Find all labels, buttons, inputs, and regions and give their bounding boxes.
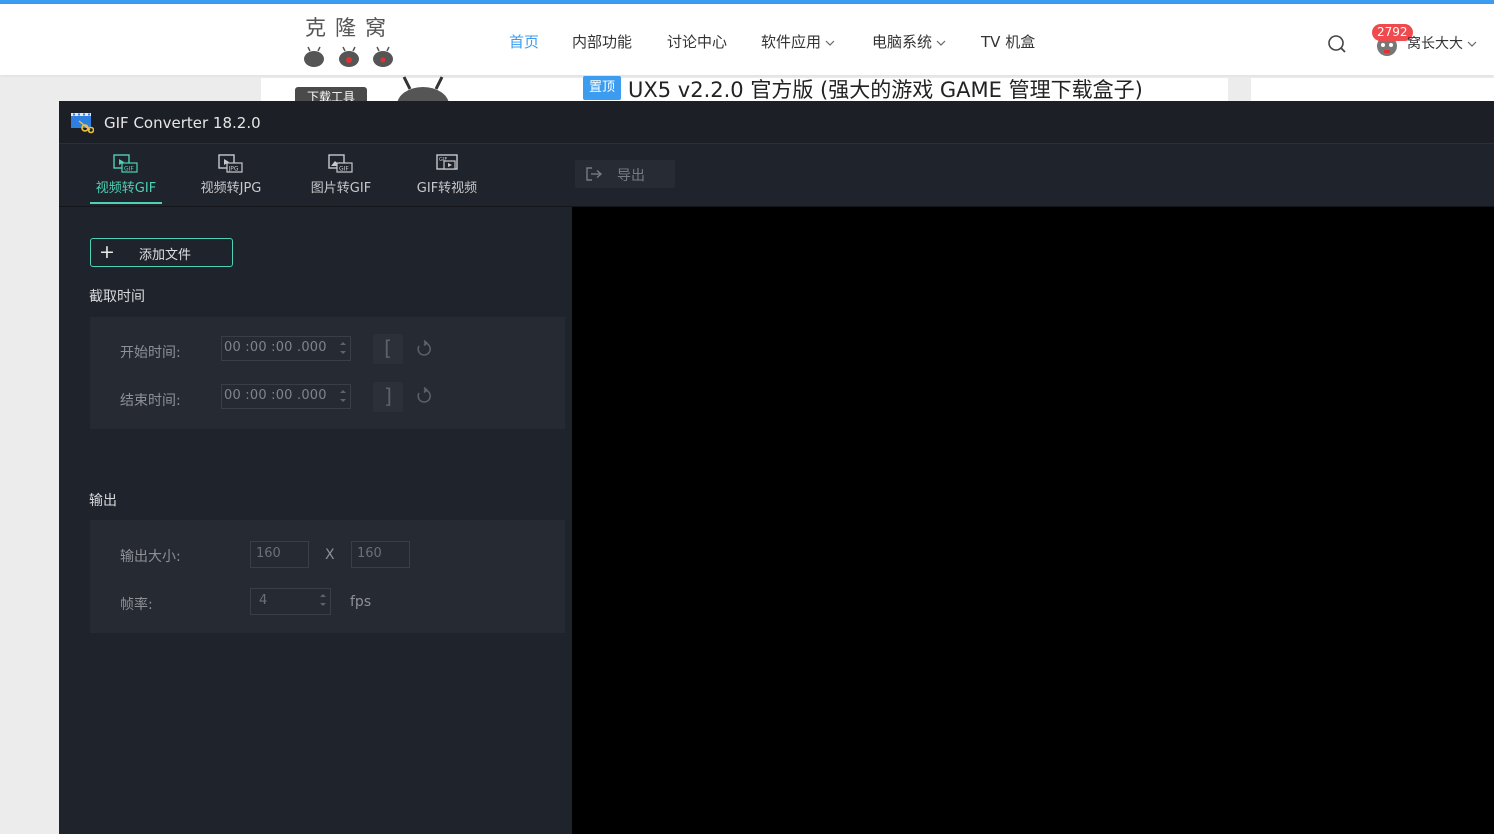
nav-item-label: 内部功能 — [572, 33, 633, 51]
gif-converter-window: GIF Converter 18.2.0 GIF 视频转GIF JPG 视频转J… — [59, 101, 1494, 834]
output-width-input[interactable]: 160 — [250, 541, 309, 568]
output-height-value: 160 — [357, 546, 382, 561]
nav-item-label: 电脑系统 — [872, 33, 933, 51]
tab-gif-to-video[interactable]: GIF GIF转视频 — [411, 150, 483, 204]
capture-time-section: 开始时间: 00 :00 :00 .000 [ 结束时间: 00 :00 :00… — [90, 317, 565, 429]
export-icon — [586, 167, 603, 181]
start-time-label: 开始时间: — [120, 345, 181, 361]
export-label: 导出 — [617, 168, 645, 184]
capture-time-heading: 截取时间 — [89, 289, 145, 305]
pinned-badge: 置顶 — [583, 76, 621, 100]
tab-video-to-jpg[interactable]: JPG 视频转JPG — [195, 150, 267, 204]
plus-icon: + — [99, 241, 115, 263]
reset-start-icon[interactable] — [415, 340, 433, 358]
tab-image-to-gif[interactable]: GIF 图片转GIF — [305, 150, 377, 204]
tab-label: GIF转视频 — [416, 181, 478, 196]
chevron-down-icon — [1467, 41, 1477, 47]
chevron-down-icon — [825, 40, 835, 46]
reset-end-icon[interactable] — [415, 387, 433, 405]
video-to-jpg-icon: JPG — [218, 154, 243, 173]
user-menu[interactable]: 2792 窝长大大 — [1372, 24, 1487, 64]
add-file-label: 添加文件 — [139, 248, 192, 263]
image-to-gif-icon: GIF — [328, 154, 353, 173]
export-button[interactable]: 导出 — [575, 160, 675, 188]
svg-text:JPG: JPG — [228, 166, 239, 173]
set-start-button[interactable]: [ — [373, 334, 403, 364]
nav-item-systems[interactable]: 电脑系统 — [872, 31, 946, 52]
site-header: 克隆窝 首页 内部功能 讨论中心 软件应用 电脑系统 TV 机盒 2792 窝长… — [0, 4, 1494, 75]
app-logo-icon — [71, 113, 94, 134]
svg-text:GIF: GIF — [124, 166, 134, 173]
start-time-stepper[interactable] — [339, 340, 347, 356]
start-time-input[interactable]: 00 :00 :00 .000 — [221, 336, 351, 361]
nav-item-discussion[interactable]: 讨论中心 — [667, 31, 727, 52]
nav-item-tvbox[interactable]: TV 机盒 — [981, 31, 1035, 52]
fps-unit: fps — [350, 594, 372, 610]
size-separator: X — [325, 547, 335, 563]
nav-item-label: 软件应用 — [761, 33, 822, 51]
add-file-button[interactable]: + 添加文件 — [90, 238, 233, 267]
end-time-input[interactable]: 00 :00 :00 .000 — [221, 384, 351, 409]
output-height-input[interactable]: 160 — [351, 541, 410, 568]
output-heading: 输出 — [89, 493, 117, 509]
start-time-value: 00 :00 :00 .000 — [224, 340, 327, 355]
nav-item-software[interactable]: 软件应用 — [761, 31, 835, 52]
nav-item-internal[interactable]: 内部功能 — [572, 31, 632, 52]
nav-item-label: TV 机盒 — [981, 33, 1036, 51]
mode-toolbar: GIF 视频转GIF JPG 视频转JPG GIF 图片转GIF GIF GIF… — [59, 144, 1494, 207]
article-title[interactable]: UX5 v2.2.0 官方版 (强大的游戏 GAME 管理下载盒子) — [628, 74, 1143, 104]
tab-label: 图片转GIF — [310, 181, 372, 196]
set-end-button[interactable]: ] — [373, 382, 403, 412]
fps-label: 帧率: — [120, 597, 153, 613]
user-name: 窝长大大 — [1407, 33, 1477, 53]
fps-stepper[interactable]: 4 — [250, 588, 331, 615]
window-title: GIF Converter 18.2.0 — [104, 114, 261, 132]
nav-item-label: 首页 — [509, 33, 540, 51]
fps-value: 4 — [259, 593, 268, 608]
fps-spin-buttons[interactable] — [319, 592, 327, 608]
settings-panel: + 添加文件 截取时间 开始时间: 00 :00 :00 .000 [ 结束时间… — [59, 207, 572, 834]
video-to-gif-icon: GIF — [113, 154, 138, 173]
svg-text:GIF: GIF — [339, 166, 349, 173]
end-time-label: 结束时间: — [120, 393, 181, 409]
output-size-label: 输出大小: — [120, 549, 181, 565]
chevron-down-icon — [936, 40, 946, 46]
tab-video-to-gif[interactable]: GIF 视频转GIF — [90, 150, 162, 204]
end-time-stepper[interactable] — [339, 388, 347, 404]
gif-to-video-icon: GIF — [436, 154, 458, 170]
output-width-value: 160 — [256, 546, 281, 561]
tab-label: 视频转JPG — [200, 181, 262, 196]
tab-label: 视频转GIF — [95, 181, 157, 196]
nav-item-label: 讨论中心 — [667, 33, 728, 51]
end-time-value: 00 :00 :00 .000 — [224, 388, 327, 403]
output-section: 输出大小: 160 X 160 帧率: 4 fps — [90, 520, 565, 633]
search-icon[interactable] — [1326, 33, 1348, 55]
site-nav: 首页 内部功能 讨论中心 软件应用 电脑系统 TV 机盒 — [0, 31, 1494, 55]
video-preview-area[interactable] — [572, 207, 1494, 834]
window-titlebar[interactable]: GIF Converter 18.2.0 — [59, 101, 1494, 144]
nav-item-home[interactable]: 首页 — [509, 31, 539, 52]
active-tab-indicator — [90, 202, 162, 204]
